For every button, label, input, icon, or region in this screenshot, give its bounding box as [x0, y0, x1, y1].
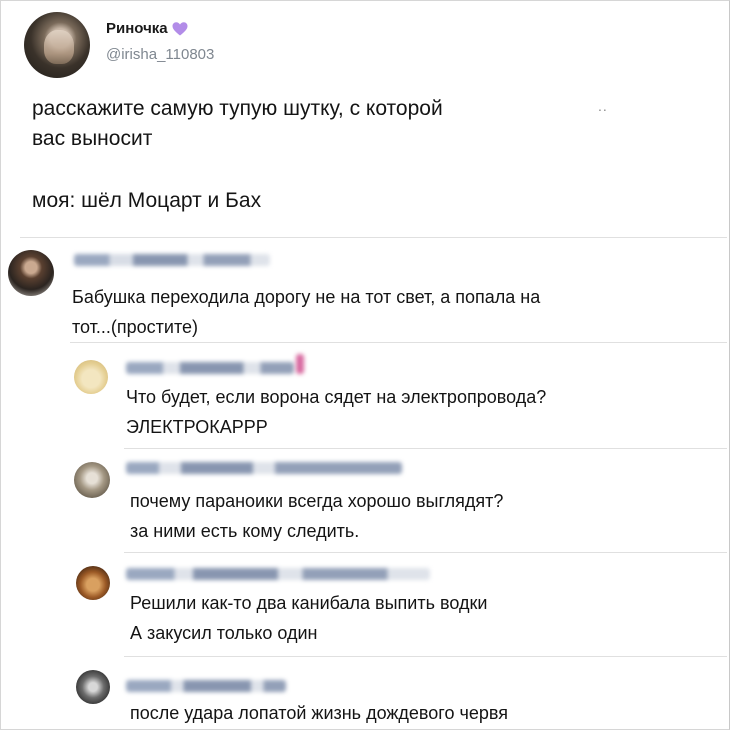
- author-handle[interactable]: @irisha_110803: [106, 46, 214, 63]
- divider: [20, 237, 727, 238]
- profile-photo-icon[interactable]: [76, 670, 110, 704]
- reply-text-line: Что будет, если ворона сядет на электроп…: [126, 387, 547, 407]
- reply-text-line: Бабушка переходила дорогу не на тот свет…: [72, 287, 541, 307]
- more-options-icon[interactable]: ..: [598, 98, 608, 114]
- reply-text-line: тот...(простите): [72, 317, 199, 337]
- divider: [124, 448, 727, 449]
- dog-photo-icon[interactable]: [76, 566, 110, 600]
- blurred-username: [126, 680, 286, 692]
- purple-heart-icon: [172, 21, 188, 35]
- cat-face-icon[interactable]: [74, 360, 108, 394]
- divider: [70, 342, 727, 343]
- reply-text-line: ЭЛЕКТРОКАРРР: [126, 417, 268, 437]
- reply-text: Решили как-то два канибала выпить водки …: [130, 588, 487, 648]
- tweet-text-line: вас выносит: [32, 127, 153, 150]
- blurred-username: [74, 254, 270, 266]
- blurred-username: [126, 362, 294, 374]
- tweet-text-line: расскажите самую тупую шутку, с которой: [32, 97, 443, 120]
- profile-photo-icon[interactable]: [74, 462, 110, 498]
- profile-photo-icon[interactable]: [8, 250, 54, 296]
- reply-text-line: почему параноики всегда хорошо выглядят?: [130, 491, 504, 511]
- author-name-text: Риночка: [106, 20, 168, 37]
- reply-text: Что будет, если ворона сядет на электроп…: [126, 382, 546, 442]
- reply-text: Бабушка переходила дорогу не на тот свет…: [72, 282, 540, 342]
- divider: [124, 656, 727, 657]
- blurred-username: [126, 462, 402, 474]
- reply-text-line: после удара лопатой жизнь дождевого черв…: [130, 703, 508, 723]
- tweet-text: расскажите самую тупую шутку, с которой …: [32, 94, 592, 154]
- reply-text: почему параноики всегда хорошо выглядят?…: [130, 486, 503, 546]
- reply-text-line: за ними есть кому следить.: [130, 521, 360, 541]
- tweet-text-line: моя: шёл Моцарт и Бах: [32, 189, 262, 212]
- reply-text-line: Решили как-то два канибала выпить водки: [130, 593, 488, 613]
- reply-text-line: А закусил только один: [130, 623, 318, 643]
- badge-icon: [296, 354, 304, 374]
- divider: [124, 552, 727, 553]
- author-avatar[interactable]: [24, 12, 90, 78]
- reply-text: после удара лопатой жизнь дождевого черв…: [130, 698, 508, 728]
- author-display-name[interactable]: Риночка: [106, 20, 188, 37]
- blurred-username: [126, 568, 430, 580]
